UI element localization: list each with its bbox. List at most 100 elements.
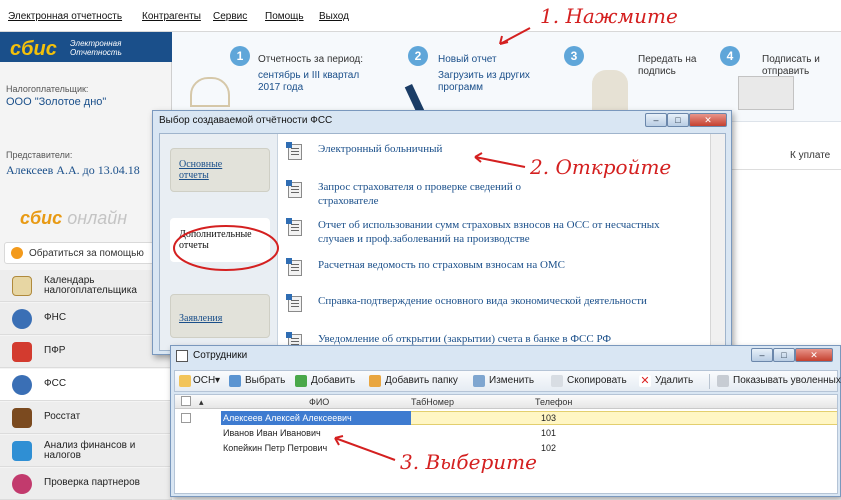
toolbar-separator xyxy=(709,374,710,389)
sidebar-item-fns[interactable]: ФНС xyxy=(0,303,172,335)
chevron-down-icon[interactable]: ▾ xyxy=(215,375,220,386)
tab-additional-reports[interactable]: Дополнительные отчеты xyxy=(170,218,270,262)
toolbar: ОСН ▾ Выбрать Добавить Добавить папку Из… xyxy=(174,370,841,392)
column-tabnumber[interactable]: ТабНомер xyxy=(411,397,454,407)
select-icon xyxy=(229,375,241,387)
maximize-button[interactable]: □ xyxy=(667,113,689,127)
document-icon xyxy=(286,258,302,276)
sidebar-item-rosstat[interactable]: Росстат xyxy=(0,402,172,434)
sidebar-item-analysis[interactable]: Анализ финансов и налогов xyxy=(0,435,172,467)
sidebar-item-fss[interactable]: ФСС xyxy=(0,369,172,401)
select-all-checkbox[interactable] xyxy=(181,396,191,406)
maximize-button[interactable]: □ xyxy=(773,348,795,362)
annotation-step-2: 2. Откройте xyxy=(530,155,672,179)
document-icon xyxy=(286,142,302,160)
tab-applications[interactable]: Заявления xyxy=(170,294,270,338)
copy-button[interactable]: Скопировать xyxy=(567,375,627,386)
sidebar-item-partners[interactable]: Проверка партнеров xyxy=(0,468,172,500)
document-icon xyxy=(286,294,302,312)
sidebar-item-calendar[interactable]: Календарь налогоплательщика xyxy=(0,270,172,302)
show-dismissed-toggle[interactable]: Показывать уволенных xyxy=(733,375,841,386)
cell-phone: 103 xyxy=(541,413,557,423)
calendar-icon xyxy=(12,276,32,296)
to-pay-column-header: К уплате xyxy=(790,150,831,161)
help-button[interactable]: Обратиться за помощью xyxy=(4,242,170,264)
cell-fio: Алексеев Алексей Алексеевич xyxy=(223,413,352,423)
sidebar-item-label: Росстат xyxy=(44,411,81,422)
close-button[interactable]: ✕ xyxy=(795,348,833,362)
sbis-logo: сбис xyxy=(10,38,57,60)
menu-bar: Электронная отчетность Контрагенты Серви… xyxy=(0,0,841,32)
fss-emblem-icon xyxy=(12,375,32,395)
new-report-link[interactable]: Новый отчет xyxy=(438,54,497,66)
period-selector[interactable]: сентябрь и III квартал 2017 года xyxy=(258,70,378,94)
dialog-title: Сотрудники xyxy=(193,350,248,361)
add-folder-icon xyxy=(369,375,381,387)
import-link[interactable]: Загрузить из других программ xyxy=(438,70,548,94)
delete-icon: ✕ xyxy=(639,375,651,387)
steps-panel: 1 Отчетность за период: сентябрь и III к… xyxy=(172,32,841,122)
annotation-step-3: 3. Выберите xyxy=(400,450,537,474)
column-fio[interactable]: ФИО xyxy=(309,397,329,407)
dialog-title: Выбор создаваемой отчётности ФСС xyxy=(159,115,333,126)
step-4-number: 4 xyxy=(720,46,740,66)
cell-phone: 101 xyxy=(541,428,557,438)
taxpayer-label: Налогоплательщик: xyxy=(6,84,89,94)
delete-button[interactable]: Удалить xyxy=(655,375,693,386)
cell-phone: 102 xyxy=(541,443,557,453)
menu-item-exit[interactable]: Выход xyxy=(319,11,349,22)
step-4-title[interactable]: Подписать и отправить xyxy=(762,54,838,78)
sbis-online-logo: сбис онлайн xyxy=(20,208,128,228)
menu-item-counterparties[interactable]: Контрагенты xyxy=(142,11,201,22)
minimize-button[interactable]: – xyxy=(645,113,667,127)
minimize-button[interactable]: – xyxy=(751,348,773,362)
sidebar-item-label: ПФР xyxy=(44,345,66,356)
help-button-label: Обратиться за помощью xyxy=(29,248,144,259)
cell-fio: Копейкин Петр Петрович xyxy=(223,443,328,453)
step-3-title[interactable]: Передать на подпись xyxy=(638,54,718,78)
annotation-step-1: 1. Нажмите xyxy=(540,4,678,28)
menu-item-help[interactable]: Помощь xyxy=(265,11,304,22)
cell-fio: Иванов Иван Иванович xyxy=(223,428,321,438)
show-fired-icon xyxy=(717,375,729,387)
edit-button[interactable]: Изменить xyxy=(489,375,534,386)
close-button[interactable]: ✕ xyxy=(689,113,727,127)
employees-dialog: Сотрудники – □ ✕ ОСН ▾ Выбрать Добавить … xyxy=(170,345,841,497)
calendar-illustration-icon xyxy=(190,77,230,107)
taxpayer-value[interactable]: ООО "Золотое дно" xyxy=(6,96,106,108)
report-category-tabs: Основные отчеты Дополнительные отчеты За… xyxy=(160,134,278,350)
menu-item-reporting[interactable]: Электронная отчетность xyxy=(8,11,122,22)
dialog-scrollbar[interactable] xyxy=(710,134,725,350)
chart-icon xyxy=(12,441,32,461)
sidebar-item-pfr[interactable]: ПФР xyxy=(0,336,172,368)
table-header: ▴ ФИО ТабНомер Телефон xyxy=(175,395,837,409)
document-icon xyxy=(286,180,302,198)
step-2-number: 2 xyxy=(408,46,428,66)
add-folder-button[interactable]: Добавить папку xyxy=(385,375,458,386)
table-row[interactable]: Иванов Иван Иванович 101 xyxy=(175,426,837,440)
copy-icon xyxy=(551,375,563,387)
representative-label: Представители: xyxy=(6,150,73,160)
sidebar-item-label: ФСС xyxy=(44,378,67,389)
group-dropdown[interactable]: ОСН xyxy=(193,375,215,386)
column-phone[interactable]: Телефон xyxy=(535,397,572,407)
add-button[interactable]: Добавить xyxy=(311,375,355,386)
report-selection-dialog: Выбор создаваемой отчётности ФСС – □ ✕ О… xyxy=(152,110,732,355)
select-button[interactable]: Выбрать xyxy=(245,375,285,386)
rosstat-building-icon xyxy=(12,408,32,428)
step-1-title: Отчетность за период: xyxy=(258,54,364,65)
row-checkbox[interactable] xyxy=(181,413,191,423)
envelope-illustration-icon xyxy=(738,76,794,110)
table-row[interactable]: Алексеев Алексей Алексеевич 103 xyxy=(175,411,837,425)
sidebar-item-label: Проверка партнеров xyxy=(44,477,140,488)
partners-check-icon xyxy=(12,474,32,494)
fns-emblem-icon xyxy=(12,309,32,329)
sort-arrow-icon[interactable]: ▴ xyxy=(199,397,204,408)
employees-table: ▴ ФИО ТабНомер Телефон Алексеев Алексей … xyxy=(174,394,838,494)
tab-main-reports[interactable]: Основные отчеты xyxy=(170,148,270,192)
menu-item-service[interactable]: Сервис xyxy=(213,11,247,22)
edit-icon xyxy=(473,375,485,387)
logo-subtitle: Электронная Отчетность xyxy=(70,39,122,57)
window-icon xyxy=(176,350,188,362)
representative-value[interactable]: Алексеев А.А. до 13.04.18 xyxy=(6,163,140,178)
